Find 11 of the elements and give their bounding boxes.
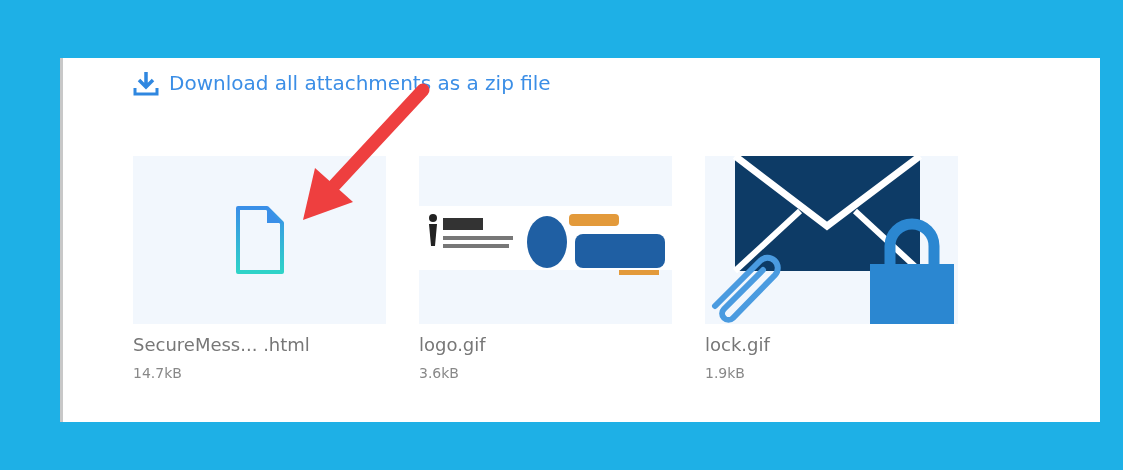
- download-icon: [133, 70, 159, 96]
- file-name: logo.gif: [419, 334, 487, 355]
- document-icon: [234, 205, 285, 275]
- file-name: lock.gif: [705, 334, 772, 355]
- download-all-link[interactable]: Download all attachments as a zip file: [133, 70, 1100, 96]
- file-size: 3.6kB: [419, 365, 460, 381]
- file-size: 1.9kB: [705, 365, 746, 381]
- attachment-thumbnail[interactable]: [133, 156, 386, 324]
- file-name: SecureMess... .html: [133, 334, 311, 355]
- attachment-thumbnail[interactable]: [705, 156, 958, 324]
- file-size: 14.7kB: [133, 365, 183, 381]
